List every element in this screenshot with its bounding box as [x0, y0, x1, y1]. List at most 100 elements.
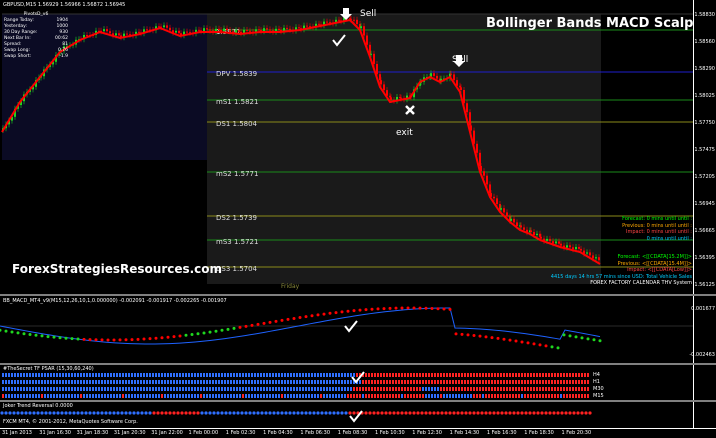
- psar-dot: [392, 373, 394, 377]
- psar-dot: [152, 380, 154, 384]
- psar-dot: [134, 373, 136, 377]
- psar-dot: [383, 387, 385, 391]
- macd-dot: [490, 336, 494, 340]
- psar-dot: [170, 380, 172, 384]
- psar-dot: [410, 387, 412, 391]
- joker-dot: [332, 411, 336, 415]
- psar-dot: [308, 394, 310, 398]
- psar-dot: [527, 387, 529, 391]
- psar-dot: [89, 380, 91, 384]
- psar-dot: [143, 373, 145, 377]
- macd-dot: [562, 333, 566, 337]
- psar-dot: [413, 380, 415, 384]
- psar-dot: [50, 387, 52, 391]
- joker-dot: [288, 411, 292, 415]
- joker-dot: [316, 411, 320, 415]
- psar-dot: [299, 380, 301, 384]
- psar-dot: [290, 373, 292, 377]
- psar-dot: [479, 373, 481, 377]
- psar-dot: [320, 380, 322, 384]
- psar-dot: [107, 387, 109, 391]
- joker-dot: [204, 411, 208, 415]
- psar-dot: [287, 373, 289, 377]
- psar-dot: [266, 380, 268, 384]
- psar-dot: [533, 380, 535, 384]
- psar-dot: [380, 380, 382, 384]
- macd-dot: [10, 330, 14, 334]
- psar-dot: [296, 387, 298, 391]
- sell-label-1: Sell: [360, 9, 377, 19]
- psar-dot: [338, 373, 340, 377]
- psar-dot: [500, 380, 502, 384]
- psar-dot: [479, 394, 481, 398]
- main-chart-pane[interactable]: 1.5871 DPV 1.5839 mS1 1.5821 DS1 1.5804 mS2 …: [0, 0, 716, 296]
- price-tick: 1.57750: [694, 120, 715, 126]
- macd-dot: [4, 329, 8, 333]
- psar-dot: [308, 387, 310, 391]
- psar-dot: [251, 387, 253, 391]
- macd-pane[interactable]: BB_MACD_MT4_v9(M15,12,26,10,1,0.000000) …: [0, 296, 716, 364]
- psar-dot: [323, 380, 325, 384]
- price-axis[interactable]: 1.58830 1.58560 1.58290 1.58025 1.57750 1.574…: [693, 0, 716, 296]
- level-label: DPV 1.5839: [216, 70, 257, 78]
- psar-dot: [407, 380, 409, 384]
- psar-dot: [371, 380, 373, 384]
- psar-dot: [398, 380, 400, 384]
- psar-dot: [200, 387, 202, 391]
- psar-dot: [563, 380, 565, 384]
- psar-dot: [275, 373, 277, 377]
- psar-dot: [2, 373, 4, 377]
- psar-dot: [410, 373, 412, 377]
- psar-dot: [134, 387, 136, 391]
- psar-dot: [230, 380, 232, 384]
- candle-body: [569, 245, 571, 248]
- psar-dot: [74, 394, 76, 398]
- joker-dot: [52, 411, 56, 415]
- psar-dot: [32, 394, 34, 398]
- psar-dot: [50, 380, 52, 384]
- price-chart[interactable]: 1.5871DPV 1.5839mS1 1.5821DS1 1.5804mS2 …: [0, 0, 694, 296]
- psar-dot: [536, 380, 538, 384]
- macd-dot: [178, 334, 182, 338]
- psar-dot: [377, 387, 379, 391]
- psar-dot: [80, 387, 82, 391]
- candle-body: [166, 25, 168, 28]
- macd-dot: [286, 317, 290, 321]
- psar-dot: [548, 373, 550, 377]
- psar-dot: [77, 394, 79, 398]
- psar-dot: [23, 380, 25, 384]
- candle-body: [198, 29, 200, 31]
- joker-dot: [228, 411, 232, 415]
- joker-dot: [536, 411, 540, 415]
- psar-pane[interactable]: #TheSecret TF PSAR (15,30,60,240) H4 H1 …: [0, 365, 716, 401]
- joker-dot: [456, 411, 460, 415]
- psar-dot: [146, 387, 148, 391]
- macd-dot: [154, 336, 158, 340]
- psar-dot: [323, 394, 325, 398]
- psar-dot: [302, 373, 304, 377]
- candle-body: [356, 19, 358, 24]
- macd-dot: [370, 307, 374, 311]
- psar-dot: [464, 380, 466, 384]
- psar-dot: [68, 387, 70, 391]
- joker-dot: [124, 411, 128, 415]
- psar-dot: [167, 387, 169, 391]
- joker-title: Joker Trend Reversal 0.0000: [3, 403, 73, 409]
- psar-dot: [314, 394, 316, 398]
- psar-dot: [290, 380, 292, 384]
- psar-dot: [470, 373, 472, 377]
- joker-dot: [396, 411, 400, 415]
- macd-dot: [106, 338, 110, 342]
- joker-dot: [104, 411, 108, 415]
- psar-dot: [383, 394, 385, 398]
- joker-dot: [112, 411, 116, 415]
- joker-dot: [588, 411, 592, 415]
- joker-pane[interactable]: Joker Trend Reversal 0.0000 FXCM MT4, © …: [0, 402, 716, 428]
- psar-dot: [86, 373, 88, 377]
- checkmark-icon: [349, 410, 363, 423]
- psar-dot: [566, 394, 568, 398]
- macd-dot: [34, 333, 38, 337]
- psar-dot: [95, 380, 97, 384]
- watermark: ForexStrategiesResources.com: [12, 262, 223, 276]
- candle-body: [483, 171, 485, 176]
